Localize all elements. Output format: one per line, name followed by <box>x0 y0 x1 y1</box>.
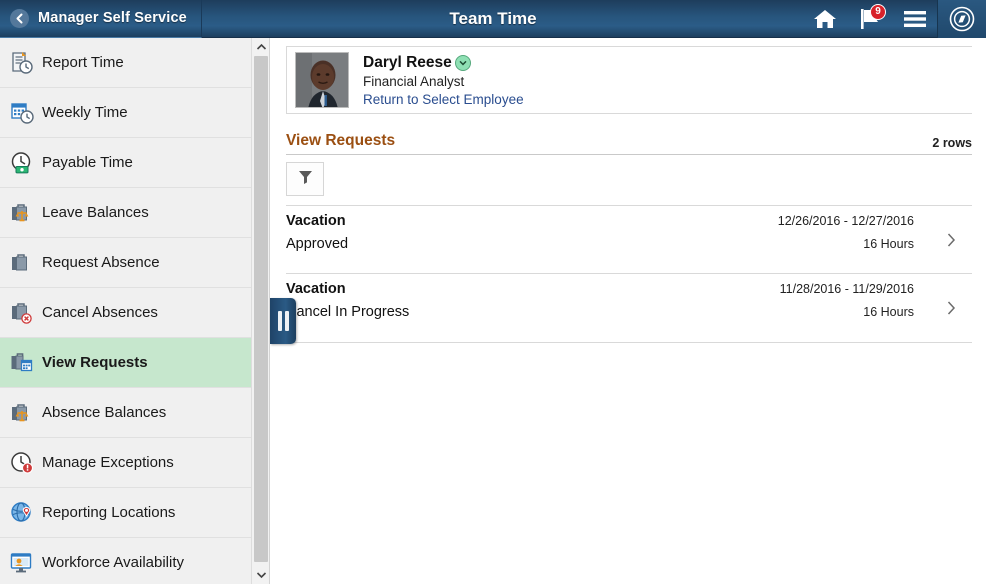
actions-menu-icon[interactable] <box>892 0 937 38</box>
scrollbar-thumb[interactable] <box>254 56 268 562</box>
sidebar-item-label: Payable Time <box>42 154 133 171</box>
cancel-absences-briefcase-icon <box>8 299 36 327</box>
back-button[interactable]: Manager Self Service <box>0 0 202 38</box>
row-count-label: 2 rows <box>932 136 972 150</box>
sidebar-item-report-time[interactable]: Report Time <box>0 38 269 88</box>
sidebar-item-request-absence[interactable]: Request Absence <box>0 238 269 288</box>
request-type: Vacation <box>286 213 346 229</box>
notification-badge-count: 9 <box>870 3 886 20</box>
scroll-down-chevron-down-icon[interactable] <box>252 566 269 584</box>
leave-balances-briefcase-icon <box>8 199 36 227</box>
employee-job-title: Financial Analyst <box>363 73 465 89</box>
request-hours: 16 Hours <box>863 305 914 319</box>
section-title: View Requests <box>286 132 396 149</box>
nav-bar-compass-icon[interactable] <box>937 0 986 38</box>
home-icon[interactable] <box>802 0 847 38</box>
sidebar-item-workforce-availability[interactable]: Workforce Availability <box>0 538 269 584</box>
employee-card: Daryl Reese Financial Analyst Return to … <box>286 46 972 114</box>
sidebar-item-leave-balances[interactable]: Leave Balances <box>0 188 269 238</box>
back-button-label: Manager Self Service <box>38 10 187 26</box>
view-requests-briefcase-calendar-icon <box>8 349 36 377</box>
collapse-sidebar-handle[interactable] <box>270 298 296 344</box>
request-dates: 12/26/2016 - 12/27/2016 <box>777 214 914 228</box>
section-header: View Requests 2 rows <box>286 132 972 155</box>
pause-bars-icon <box>277 311 282 331</box>
request-dates: 11/28/2016 - 11/29/2016 <box>779 282 914 296</box>
sidebar-scrollbar[interactable] <box>251 38 269 584</box>
sidebar-item-manage-exceptions[interactable]: Manage Exceptions <box>0 438 269 488</box>
request-status: Cancel In Progress <box>286 304 410 320</box>
employee-name: Daryl Reese <box>363 53 452 71</box>
reporting-locations-globe-pin-icon <box>8 499 36 527</box>
scroll-up-chevron-up-icon[interactable] <box>252 38 269 56</box>
request-absence-briefcase-icon <box>8 249 36 277</box>
sidebar-item-label: Cancel Absences <box>42 304 158 321</box>
chevron-right-icon[interactable] <box>946 300 962 316</box>
return-to-select-employee-link[interactable]: Return to Select Employee <box>363 92 524 107</box>
report-time-icon <box>8 49 36 77</box>
main-content: Daryl Reese Financial Analyst Return to … <box>270 38 986 584</box>
request-type: Vacation <box>286 281 346 297</box>
request-row-line-2: Cancel In Progress 16 Hours <box>286 304 972 320</box>
employee-name-row: Daryl Reese <box>363 54 524 72</box>
sidebar-item-payable-time[interactable]: Payable Time <box>0 138 269 188</box>
sidebar-item-label: Weekly Time <box>42 104 128 121</box>
filter-bar <box>286 162 972 196</box>
sidebar-item-label: Absence Balances <box>42 404 167 421</box>
requests-list: Vacation 12/26/2016 - 12/27/2016 Approve… <box>286 205 972 343</box>
chevron-left-icon <box>10 8 29 28</box>
request-row-line-1: Vacation 12/26/2016 - 12/27/2016 <box>286 213 972 229</box>
sidebar-item-label: Workforce Availability <box>42 554 185 571</box>
chevron-right-icon[interactable] <box>946 232 962 248</box>
sidebar-item-label: Request Absence <box>42 254 160 271</box>
request-hours: 16 Hours <box>863 237 914 251</box>
notifications-flag-icon[interactable]: 9 <box>847 0 892 38</box>
request-row[interactable]: Vacation 11/28/2016 - 11/29/2016 Cancel … <box>286 274 972 343</box>
avatar <box>295 52 349 108</box>
absence-balances-scale-icon <box>8 399 36 427</box>
sidebar-item-weekly-time[interactable]: Weekly Time <box>0 88 269 138</box>
request-row-line-2: Approved 16 Hours <box>286 236 972 252</box>
sidebar-item-list: Report Time Weekly Time Payable Time Lea… <box>0 38 269 584</box>
sidebar-item-view-requests[interactable]: View Requests <box>0 338 269 388</box>
related-actions-chevron-icon[interactable] <box>454 54 471 71</box>
sidebar-item-label: Manage Exceptions <box>42 454 174 471</box>
employee-info: Daryl Reese Financial Analyst Return to … <box>363 54 524 107</box>
pause-bars-icon <box>284 311 289 331</box>
sidebar-item-absence-balances[interactable]: Absence Balances <box>0 388 269 438</box>
workforce-availability-monitor-icon <box>8 549 36 577</box>
sidebar-item-label: Leave Balances <box>42 204 149 221</box>
request-row[interactable]: Vacation 12/26/2016 - 12/27/2016 Approve… <box>286 205 972 274</box>
page-body: Report Time Weekly Time Payable Time Lea… <box>0 38 986 584</box>
weekly-time-calendar-icon <box>8 99 36 127</box>
sidebar-item-label: Reporting Locations <box>42 504 176 521</box>
filter-button[interactable] <box>286 162 324 196</box>
sidebar-item-label: View Requests <box>42 354 148 371</box>
request-status: Approved <box>286 236 349 252</box>
sidebar-item-cancel-absences[interactable]: Cancel Absences <box>0 288 269 338</box>
manage-exceptions-clock-alert-icon <box>8 449 36 477</box>
sidebar-item-reporting-locations[interactable]: Reporting Locations <box>0 488 269 538</box>
request-row-line-1: Vacation 11/28/2016 - 11/29/2016 <box>286 281 972 297</box>
sidebar-nav: Report Time Weekly Time Payable Time Lea… <box>0 38 270 584</box>
payable-time-clock-icon <box>8 149 36 177</box>
app-header: Manager Self Service Team Time 9 <box>0 0 986 38</box>
filter-funnel-icon <box>298 169 313 190</box>
header-icon-group: 9 <box>802 0 986 38</box>
sidebar-item-label: Report Time <box>42 54 124 71</box>
